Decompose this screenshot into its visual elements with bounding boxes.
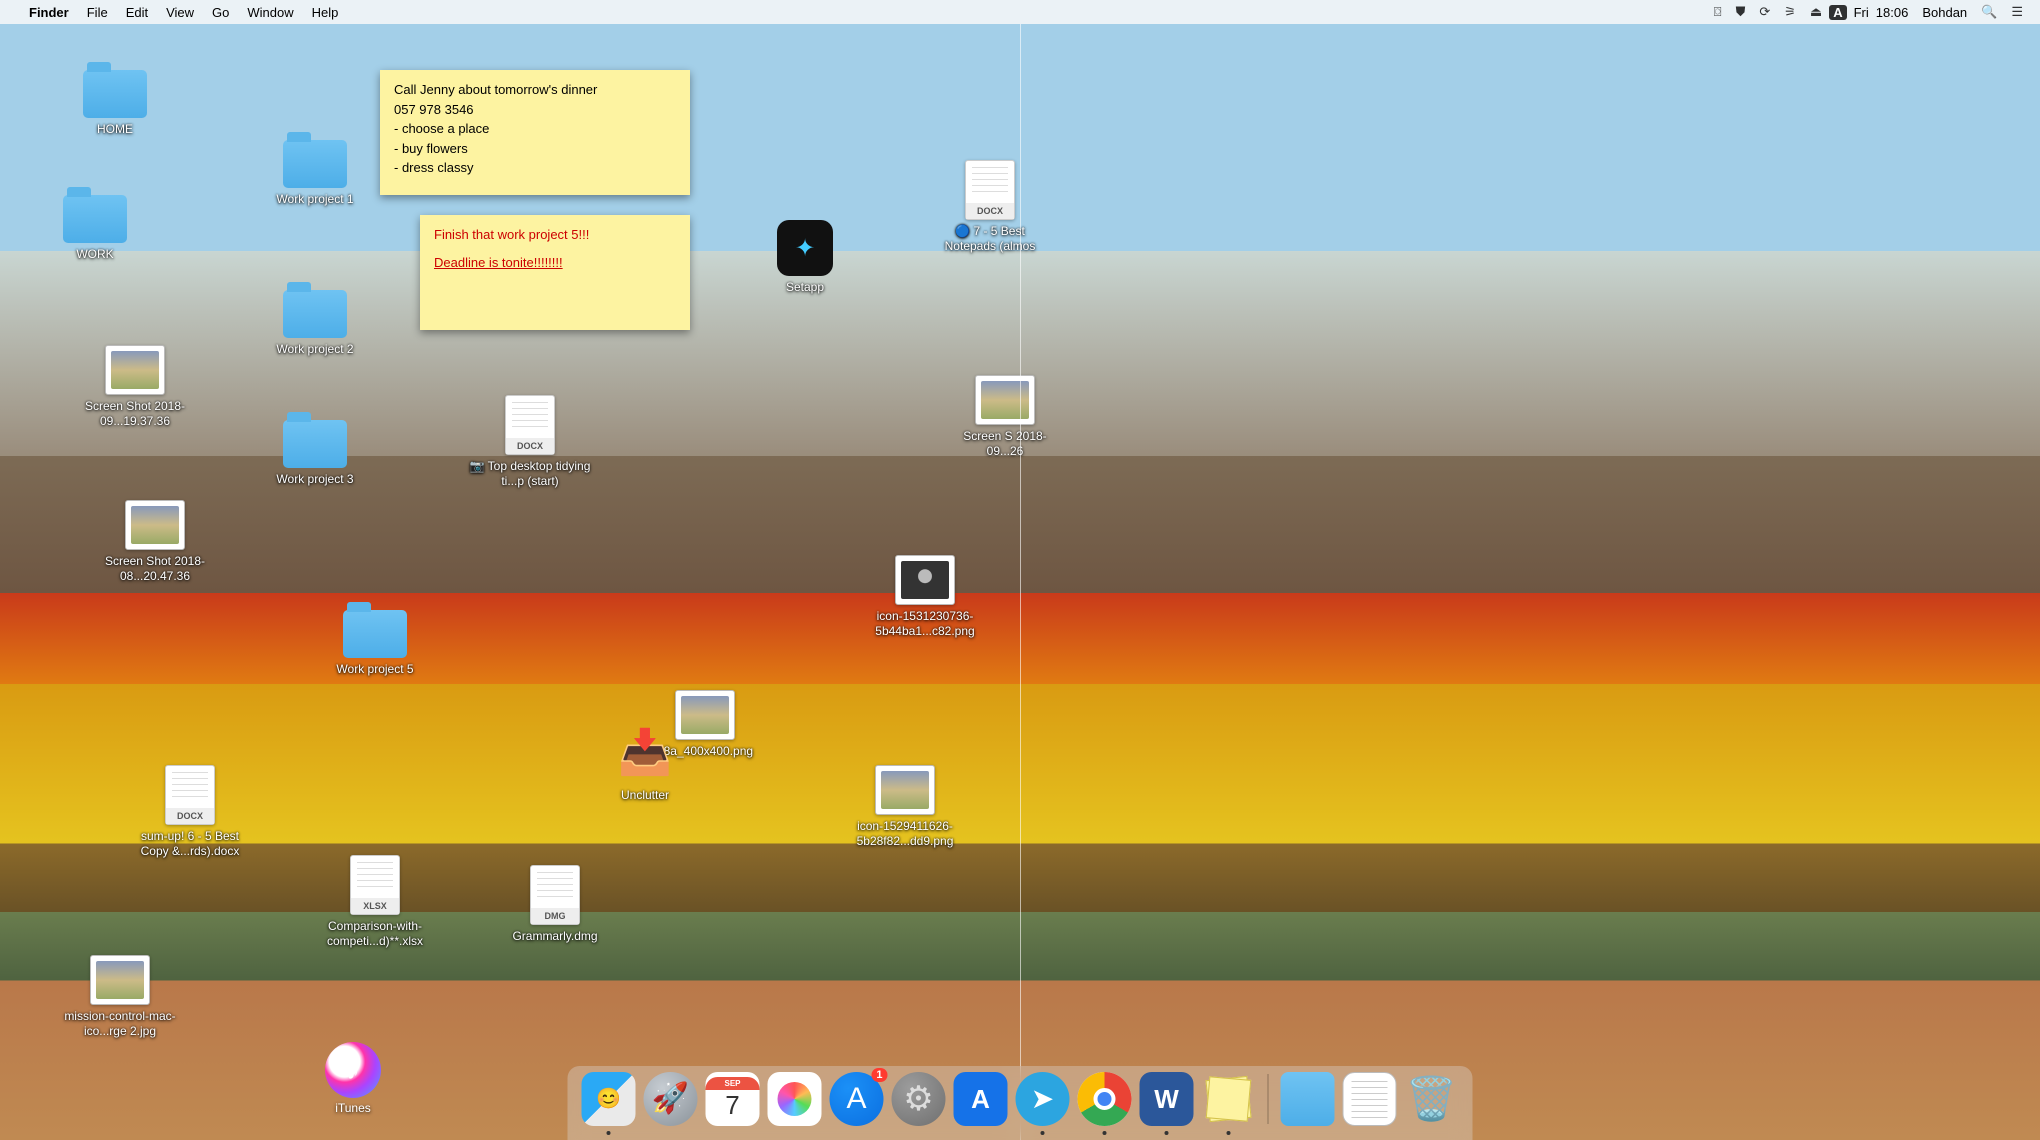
image-icon	[90, 955, 150, 1005]
sticky-note-2[interactable]: Finish that work project 5!!! Deadline i…	[420, 215, 690, 330]
menu-go[interactable]: Go	[203, 5, 238, 20]
sticky-line: - choose a place	[394, 119, 676, 139]
dmg-icon: DMG	[530, 865, 580, 925]
notification-center-icon[interactable]: ☰	[2004, 4, 2030, 20]
file-comparison-xlsx[interactable]: XLSX Comparison-with-competi...d)**.xlsx	[300, 855, 450, 950]
folder-work-project-5[interactable]: Work project 5	[320, 600, 430, 678]
notification-badge: 1	[871, 1068, 887, 1082]
shield-icon[interactable]: ⛊	[1729, 4, 1753, 20]
dock-document-stack[interactable]	[1343, 1072, 1397, 1126]
app-unclutter[interactable]: 📥 Unclutter	[590, 720, 700, 804]
file-screenshot-1[interactable]: Screen Shot 2018-09...19.37.36	[80, 345, 190, 430]
menubar-day[interactable]: Fri	[1847, 5, 1876, 20]
image-icon	[895, 555, 955, 605]
menubar-time[interactable]: 18:06	[1876, 5, 1916, 20]
dropbox-icon[interactable]: ⌼	[1707, 4, 1729, 20]
folder-work[interactable]: WORK	[40, 185, 150, 263]
file-screenshot-3[interactable]: Screen S 2018-09...26	[955, 375, 1055, 460]
calendar-day: 7	[725, 1090, 739, 1121]
calendar-month: SEP	[706, 1077, 760, 1090]
wifi-icon[interactable]: ⚞	[1777, 4, 1803, 20]
image-icon	[125, 500, 185, 550]
menu-view[interactable]: View	[157, 5, 203, 20]
dock-launchpad[interactable]: 🚀	[644, 1072, 698, 1126]
sticky-line: - dress classy	[394, 158, 676, 178]
dock-trash[interactable]: 🗑️	[1405, 1072, 1459, 1126]
xlsx-icon: XLSX	[350, 855, 400, 915]
running-indicator-dot	[1165, 1131, 1169, 1135]
itunes-icon: ♪	[325, 1042, 381, 1098]
image-icon	[875, 765, 935, 815]
menu-help[interactable]: Help	[303, 5, 348, 20]
docx-icon: DOCX	[165, 765, 215, 825]
folder-icon	[283, 140, 347, 188]
folder-icon	[63, 195, 127, 243]
folder-icon	[83, 70, 147, 118]
image-icon	[105, 345, 165, 395]
sticky-line: Deadline is tonite!!!!!!!!	[434, 253, 676, 273]
folder-home[interactable]: HOME	[60, 60, 170, 138]
menubar-user[interactable]: Bohdan	[1915, 5, 1974, 20]
file-grammarly-dmg[interactable]: DMG Grammarly.dmg	[500, 865, 610, 945]
docx-icon: DOCX	[505, 395, 555, 455]
sticky-line: Call Jenny about tomorrow's dinner	[394, 80, 676, 100]
file-top-desktop-tidying-docx[interactable]: DOCX 📷 Top desktop tidying ti...p (start…	[460, 395, 600, 490]
file-icon-dd9-png[interactable]: icon-1529411626-5b28f82...dd9.png	[830, 765, 980, 850]
dock-word[interactable]: W	[1140, 1072, 1194, 1126]
folder-icon	[343, 610, 407, 658]
running-indicator-dot	[1041, 1131, 1045, 1135]
menubar: Finder File Edit View Go Window Help ⌼ ⛊…	[0, 0, 2040, 24]
eject-icon[interactable]: ⏏	[1803, 4, 1829, 20]
file-mission-control-jpg[interactable]: mission-control-mac-ico...rge 2.jpg	[50, 955, 190, 1040]
sticky-line: 057 978 3546	[394, 100, 676, 120]
sync-icon[interactable]: ⟳	[1752, 4, 1777, 20]
dock-appstore[interactable]: A1	[830, 1072, 884, 1126]
file-icon-c82-png[interactable]: icon-1531230736-5b44ba1...c82.png	[850, 555, 1000, 640]
folder-work-project-1[interactable]: Work project 1	[260, 130, 370, 208]
running-indicator-dot	[1103, 1131, 1107, 1135]
setapp-icon: ✦	[777, 220, 833, 276]
folder-icon	[283, 290, 347, 338]
folder-work-project-3[interactable]: Work project 3	[260, 410, 370, 488]
dock-finder[interactable]: 😊	[582, 1072, 636, 1126]
running-indicator-dot	[607, 1131, 611, 1135]
dock-calendar[interactable]: SEP7	[706, 1072, 760, 1126]
file-sumup-docx[interactable]: DOCX sum-up! 6 - 5 Best Copy &...rds).do…	[120, 765, 260, 860]
app-itunes[interactable]: ♪ iTunes	[325, 1042, 381, 1115]
menu-app-name[interactable]: Finder	[20, 5, 78, 20]
dock-separator	[1268, 1074, 1269, 1124]
running-indicator-dot	[1227, 1131, 1231, 1135]
dock-photos[interactable]	[768, 1072, 822, 1126]
folder-icon	[283, 420, 347, 468]
sticky-line: - buy flowers	[394, 139, 676, 159]
dock-stickies[interactable]	[1202, 1072, 1256, 1126]
menu-edit[interactable]: Edit	[117, 5, 157, 20]
app-setapp[interactable]: ✦ Setapp	[750, 220, 860, 296]
spotlight-icon[interactable]: 🔍	[1974, 4, 2004, 20]
folder-work-project-2[interactable]: Work project 2	[260, 280, 370, 358]
comparison-divider	[1020, 24, 1021, 1140]
file-7-5-best-notepads-docx[interactable]: DOCX 🔵 7 - 5 Best Notepads (almos	[920, 160, 1060, 255]
file-screenshot-2[interactable]: Screen Shot 2018-08...20.47.36	[100, 500, 210, 585]
unclutter-icon: 📥	[613, 720, 677, 784]
menu-file[interactable]: File	[78, 5, 117, 20]
menu-window[interactable]: Window	[238, 5, 302, 20]
sticky-line: Finish that work project 5!!!	[434, 225, 676, 245]
dock: 😊🚀SEP7A1⚙A➤W🗑️	[568, 1066, 1473, 1140]
dock-chrome[interactable]	[1078, 1072, 1132, 1126]
dock-system-preferences[interactable]: ⚙	[892, 1072, 946, 1126]
dock-app-a[interactable]: A	[954, 1072, 1008, 1126]
input-source-badge[interactable]: A	[1829, 5, 1846, 20]
dock-downloads-folder[interactable]	[1281, 1072, 1335, 1126]
docx-icon: DOCX	[965, 160, 1015, 220]
dock-telegram[interactable]: ➤	[1016, 1072, 1070, 1126]
sticky-note-1[interactable]: Call Jenny about tomorrow's dinner 057 9…	[380, 70, 690, 195]
image-icon	[975, 375, 1035, 425]
